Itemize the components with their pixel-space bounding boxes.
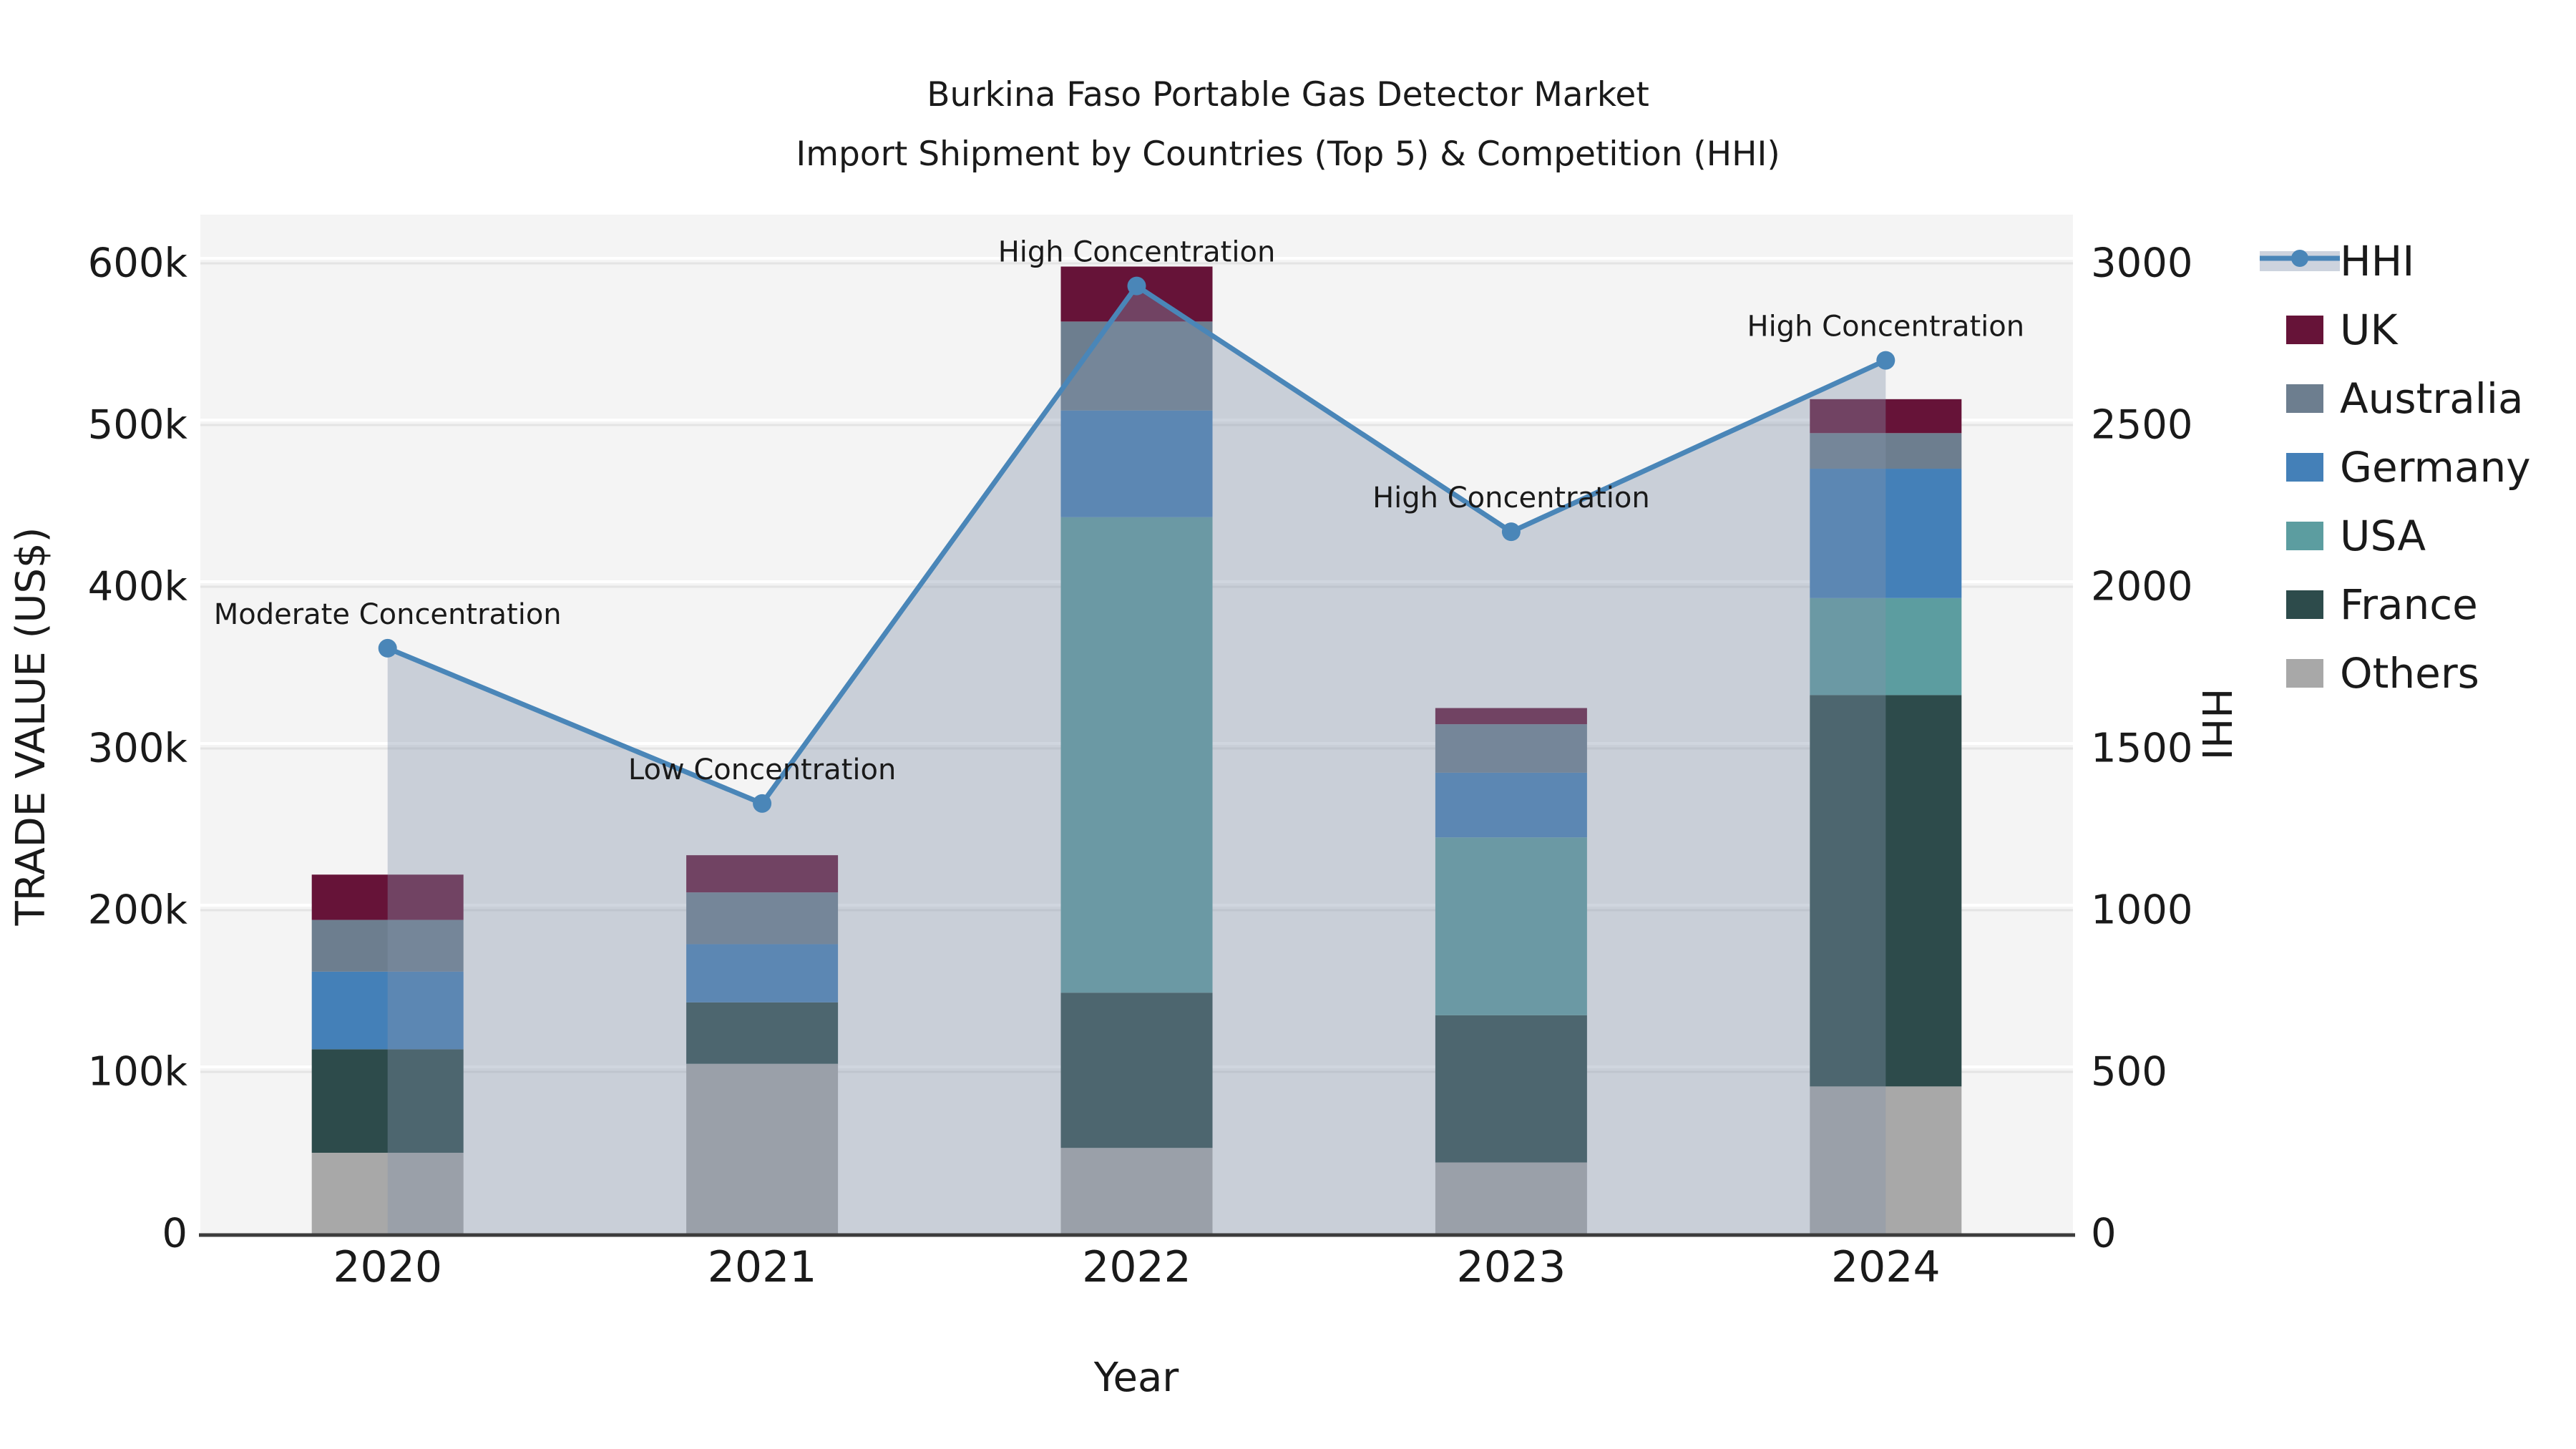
- legend-item-usa: USA: [2286, 512, 2426, 560]
- y-axis-label-right: HHI: [2192, 688, 2239, 761]
- legend-item-australia: Australia: [2286, 374, 2524, 423]
- y-right-tick-2500: 2500: [2091, 402, 2193, 449]
- x-tick-2023: 2023: [1457, 1242, 1566, 1292]
- legend-item-uk: UK: [2286, 306, 2399, 354]
- legend-item-france: France: [2286, 580, 2478, 629]
- y-left-tick-300k: 300k: [88, 726, 188, 772]
- x-tick-2022: 2022: [1082, 1242, 1191, 1292]
- chart-title-line1: Burkina Faso Portable Gas Detector Marke…: [927, 75, 1649, 114]
- y-right-tick-500: 500: [2091, 1049, 2167, 1096]
- hhi-marker-2020: [378, 638, 397, 658]
- hhi-marker-2022: [1127, 276, 1146, 296]
- legend-swatch-uk: [2286, 316, 2323, 344]
- y-left-tick-100k: 100k: [88, 1049, 188, 1096]
- legend-item-others: Others: [2286, 649, 2479, 698]
- legend-item-hhi: HHI: [2260, 237, 2414, 286]
- chart-svg: Moderate Concentration Low Concentration H…: [8, 75, 2531, 1401]
- hhi-marker-2024: [1876, 351, 1896, 370]
- y-left-tick-500k: 500k: [88, 402, 188, 449]
- x-axis-label: Year: [1093, 1355, 1180, 1401]
- y-right-tick-1500: 1500: [2091, 726, 2193, 772]
- legend-item-germany: Germany: [2286, 443, 2531, 492]
- y-right-tick-0: 0: [2091, 1211, 2117, 1257]
- annotation-2021: Low Concentration: [628, 753, 896, 786]
- annotation-2022: High Concentration: [998, 236, 1276, 269]
- legend-label-uk: UK: [2340, 306, 2399, 354]
- hhi-marker-2021: [753, 794, 772, 813]
- y-left-tick-200k: 200k: [88, 887, 188, 934]
- y-left-tick-0: 0: [162, 1211, 187, 1257]
- y-right-tick-3000: 3000: [2091, 240, 2193, 287]
- x-tick-2024: 2024: [1831, 1242, 1941, 1292]
- legend: HHI UK Australia Germany USA France Others: [2260, 237, 2531, 698]
- legend-hhi-marker: [2291, 250, 2308, 267]
- y-right-tick-2000: 2000: [2091, 564, 2193, 610]
- annotation-2020: Moderate Concentration: [214, 598, 562, 631]
- legend-swatch-usa: [2286, 522, 2323, 550]
- legend-label-australia: Australia: [2340, 374, 2524, 423]
- legend-label-germany: Germany: [2340, 443, 2531, 492]
- legend-label-others: Others: [2340, 649, 2479, 698]
- legend-label-usa: USA: [2340, 512, 2426, 560]
- legend-swatch-others: [2286, 659, 2323, 688]
- legend-label-france: France: [2340, 580, 2478, 629]
- chart-figure: Moderate Concentration Low Concentration H…: [0, 0, 2576, 1449]
- hhi-marker-2023: [1501, 522, 1521, 542]
- x-tick-2020: 2020: [333, 1242, 442, 1292]
- y-left-tick-600k: 600k: [88, 240, 188, 287]
- annotation-2023: High Concentration: [1372, 482, 1650, 514]
- legend-swatch-australia: [2286, 384, 2323, 413]
- annotation-2024: High Concentration: [1747, 311, 2024, 343]
- y-left-tick-400k: 400k: [88, 564, 188, 610]
- legend-label-hhi: HHI: [2340, 237, 2414, 286]
- x-tick-2021: 2021: [708, 1242, 817, 1292]
- legend-swatch-germany: [2286, 453, 2323, 482]
- y-right-tick-1000: 1000: [2091, 887, 2193, 934]
- y-axis-label-left: TRADE VALUE (US$): [8, 527, 54, 927]
- chart-title-line2: Import Shipment by Countries (Top 5) & C…: [796, 135, 1780, 174]
- legend-swatch-france: [2286, 590, 2323, 619]
